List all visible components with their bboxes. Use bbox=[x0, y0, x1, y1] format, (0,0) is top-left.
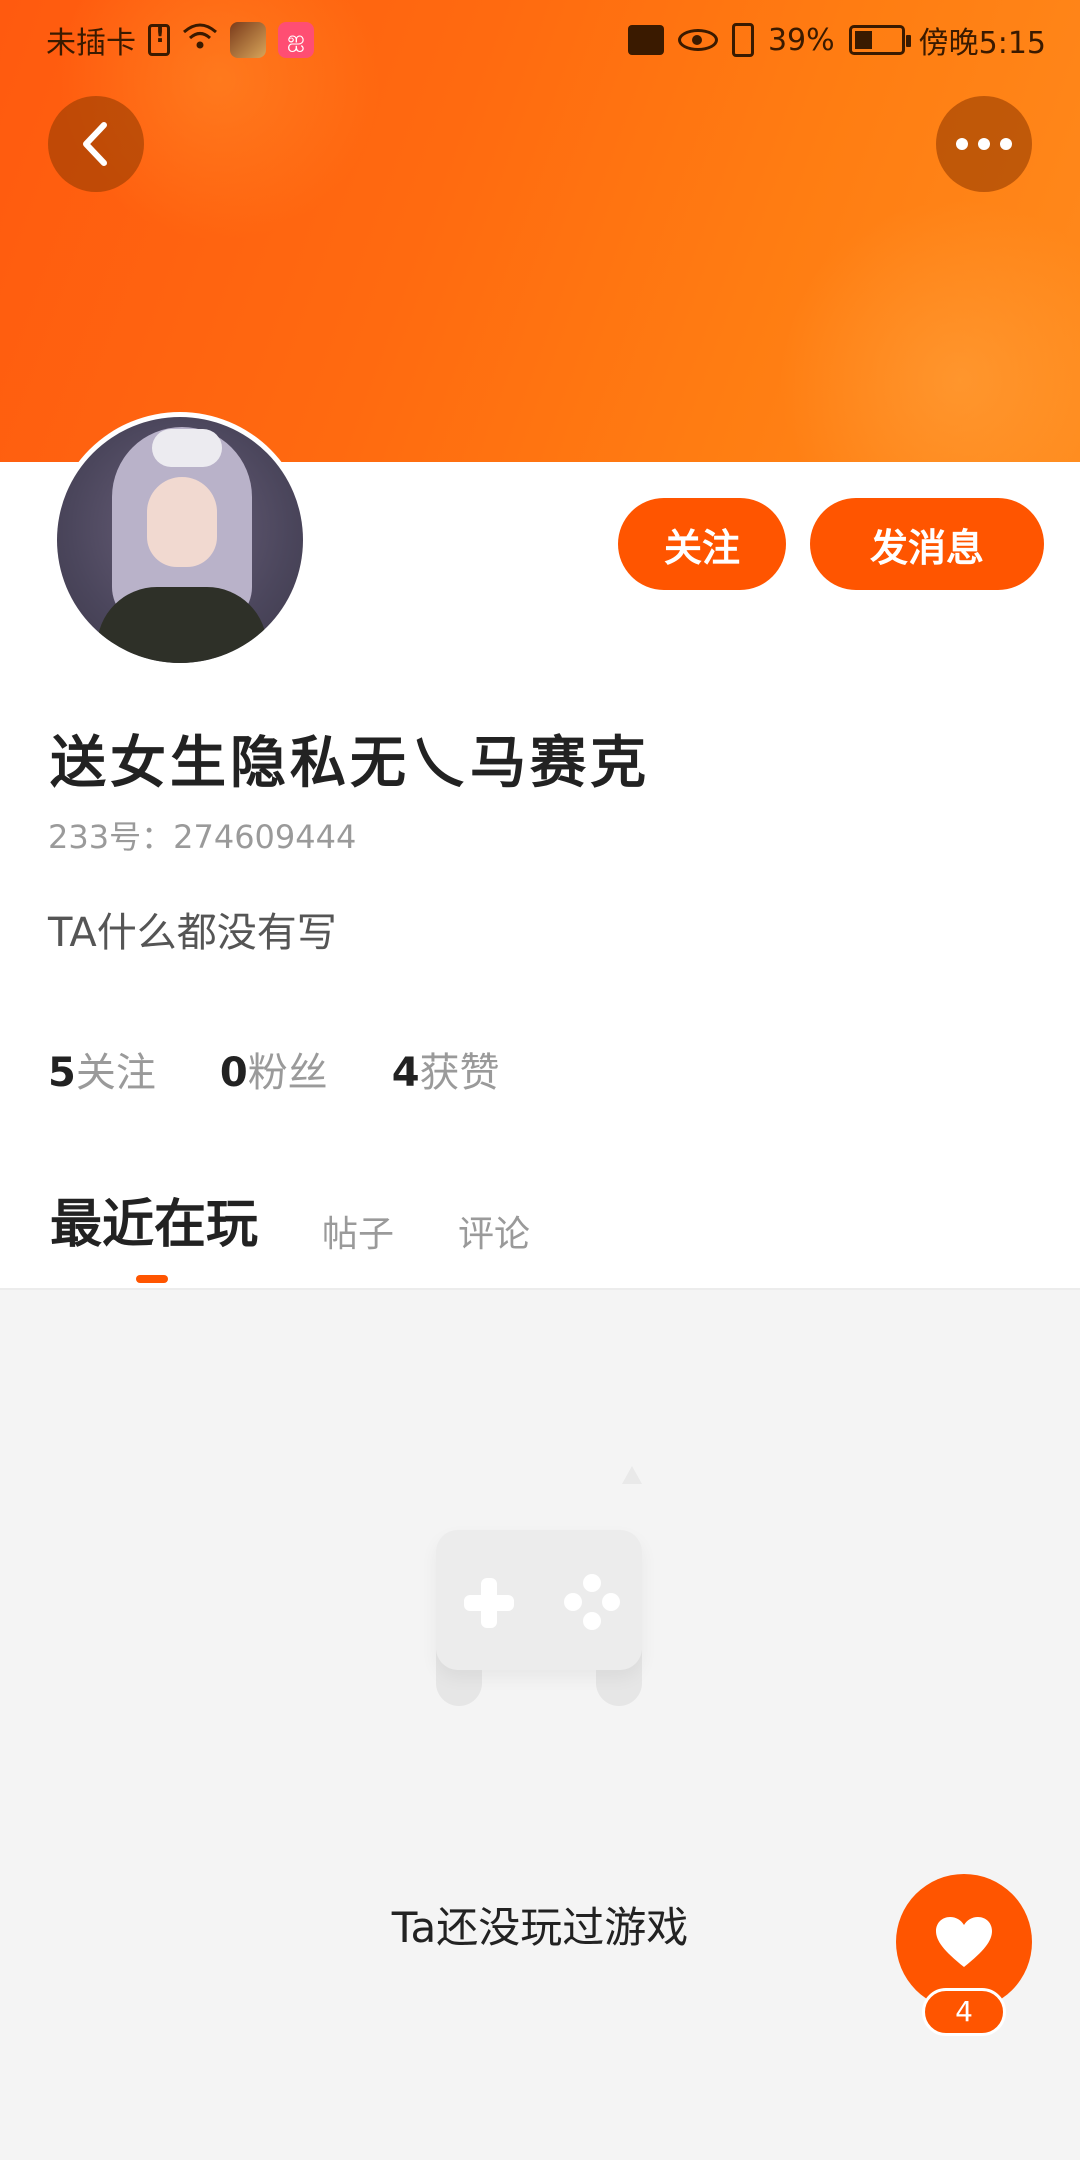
carrier-text: 未插卡 bbox=[46, 26, 136, 61]
stat-fans-label: 粉丝 bbox=[247, 1050, 328, 1096]
avatar-frame bbox=[52, 412, 308, 668]
status-bar: 未插卡 ஐ 39% 傍晚5:15 bbox=[0, 0, 1080, 76]
video-app-icon: ஐ bbox=[278, 22, 314, 58]
gamepad-icon bbox=[436, 1530, 642, 1706]
stat-following-count: 5 bbox=[48, 1050, 76, 1096]
profile-nickname: 送女生隐私无乀马赛克 bbox=[50, 731, 650, 796]
status-bar-right: 39% 傍晚5:15 bbox=[627, 18, 1046, 62]
profile-stats: 5关注 0粉丝 4获赞 bbox=[48, 1040, 500, 1098]
tab-comments-label: 评论 bbox=[458, 1214, 531, 1255]
tab-posts-label: 帖子 bbox=[322, 1214, 395, 1255]
sparkle-decoration bbox=[622, 1466, 642, 1484]
work-bag-icon bbox=[627, 25, 664, 55]
stat-fans[interactable]: 0粉丝 bbox=[220, 1040, 328, 1098]
tab-posts[interactable]: 帖子 bbox=[322, 1205, 394, 1277]
stat-following[interactable]: 5关注 bbox=[48, 1040, 156, 1098]
empty-state-area bbox=[0, 1290, 1080, 2160]
more-dots-icon bbox=[956, 138, 1012, 150]
stat-likes[interactable]: 4获赞 bbox=[392, 1040, 500, 1098]
like-count-badge: 4 bbox=[922, 1988, 1006, 2036]
tab-comments[interactable]: 评论 bbox=[458, 1205, 530, 1277]
tab-recently-played[interactable]: 最近在玩 bbox=[50, 1182, 259, 1283]
send-message-button[interactable]: 发消息 bbox=[810, 498, 1044, 590]
user-id-value: 274609444 bbox=[173, 818, 357, 856]
more-options-button[interactable] bbox=[936, 96, 1032, 192]
avatar[interactable] bbox=[57, 417, 303, 663]
wifi-icon bbox=[182, 22, 218, 58]
user-id-separator: ： bbox=[141, 818, 174, 856]
user-id: 233号：274609444 bbox=[48, 812, 356, 858]
vibrate-icon bbox=[731, 23, 754, 57]
status-bar-left: 未插卡 ஐ bbox=[46, 18, 314, 62]
follow-button[interactable]: 关注 bbox=[618, 498, 786, 590]
profile-tabs: 最近在玩 帖子 评论 bbox=[50, 1182, 530, 1283]
back-button[interactable] bbox=[48, 96, 144, 192]
sim-alert-icon bbox=[148, 23, 170, 56]
battery-percent: 39% bbox=[767, 22, 835, 58]
clock-time: 傍晚5:15 bbox=[918, 26, 1046, 61]
active-tab-indicator bbox=[136, 1275, 168, 1283]
chevron-left-icon bbox=[83, 122, 107, 166]
heart-icon bbox=[936, 1917, 992, 1967]
tab-recently-played-label: 最近在玩 bbox=[50, 1195, 259, 1255]
stat-following-label: 关注 bbox=[75, 1050, 156, 1096]
profile-bio: TA什么都没有写 bbox=[48, 910, 337, 956]
stat-fans-count: 0 bbox=[219, 1050, 248, 1096]
battery-charging-icon bbox=[848, 25, 911, 55]
game-app-icon bbox=[230, 22, 266, 58]
eye-icon bbox=[677, 29, 718, 51]
user-id-label: 233号 bbox=[48, 818, 142, 856]
stat-likes-label: 获赞 bbox=[419, 1050, 500, 1096]
battery-level-fill bbox=[854, 31, 872, 49]
stat-likes-count: 4 bbox=[391, 1050, 420, 1096]
